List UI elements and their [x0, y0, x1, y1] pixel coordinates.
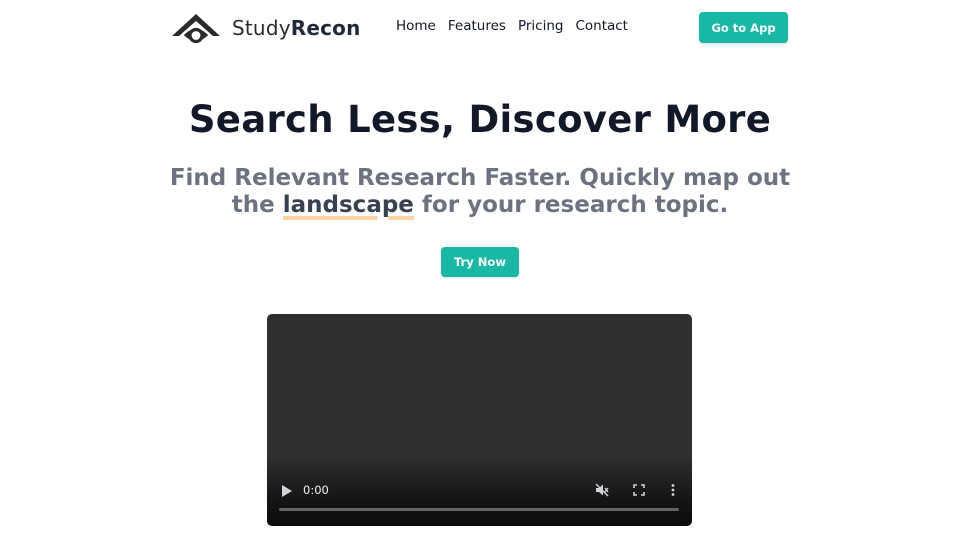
more-options-icon[interactable] [669, 483, 677, 497]
demo-video-player[interactable]: 0:00 [267, 314, 692, 526]
go-to-app-button[interactable]: Go to App [699, 12, 788, 43]
nav-links: Home Features Pricing Contact [396, 18, 628, 34]
nav-link-contact[interactable]: Contact [575, 18, 628, 34]
play-icon[interactable] [281, 484, 293, 498]
hero-subtitle: Find Relevant Research Faster. Quickly m… [160, 165, 800, 220]
nav-link-home[interactable]: Home [396, 18, 436, 34]
hero-title: Search Less, Discover More [188, 98, 772, 141]
top-navbar: StudyRecon Home Features Pricing Contact… [0, 0, 960, 56]
house-eye-logo-icon [172, 14, 220, 44]
video-progress-bar[interactable] [279, 508, 679, 511]
mute-icon[interactable] [595, 483, 609, 497]
nav-link-pricing[interactable]: Pricing [518, 18, 564, 34]
brand-logo-link[interactable]: StudyRecon [170, 8, 361, 48]
hero-subtitle-highlight: landscape [282, 192, 414, 220]
brand-name-bold: Recon [290, 16, 361, 40]
fullscreen-icon[interactable] [632, 483, 646, 497]
hero-subtitle-part2: for your research topic. [413, 192, 729, 218]
try-now-button[interactable]: Try Now [441, 247, 519, 277]
brand-name: StudyRecon [232, 16, 361, 40]
nav-link-features[interactable]: Features [448, 18, 506, 34]
video-controls-gradient [267, 456, 692, 526]
video-current-time: 0:00 [303, 483, 329, 497]
brand-name-light: Study [232, 16, 291, 40]
